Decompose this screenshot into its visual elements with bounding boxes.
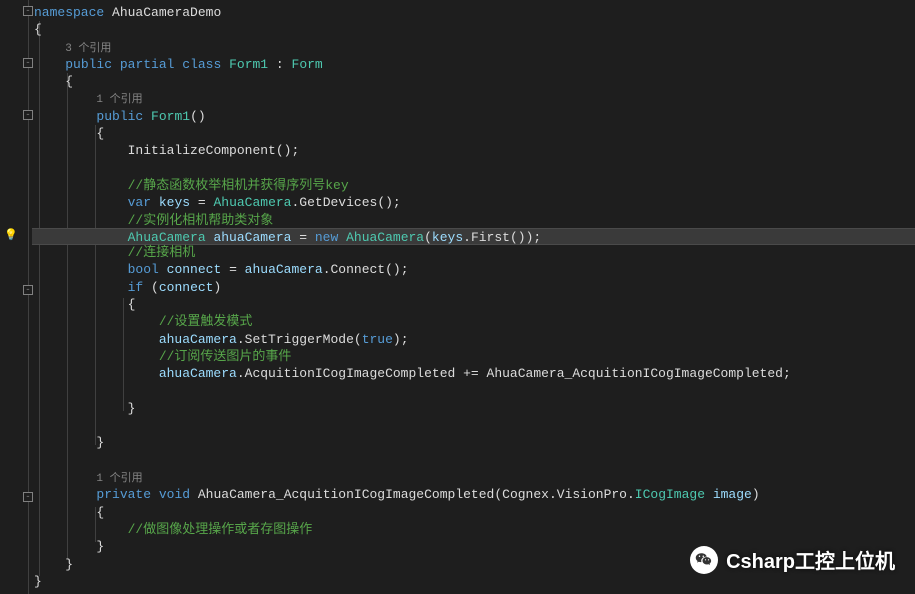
codelens[interactable]: 1 个引用	[96, 473, 142, 485]
variable: connect	[167, 262, 222, 277]
variable: ahuaCamera	[245, 262, 323, 277]
variable: ahuaCamera	[159, 332, 237, 347]
code-area[interactable]: namespace AhuaCameraDemo { 3 个引用 public …	[32, 0, 915, 594]
code-line[interactable]: bool connect = ahuaCamera.Connect();	[32, 261, 915, 278]
comment: //静态函数枚举相机并获得序列号key	[128, 178, 349, 193]
code-line[interactable]: {	[32, 504, 915, 521]
type: AhuaCamera	[213, 195, 291, 210]
comment: //订阅传送图片的事件	[159, 349, 292, 364]
code-line[interactable]: {	[32, 125, 915, 142]
code-editor[interactable]: - - - - - 💡 namespace AhuaCameraDemo { 3…	[0, 0, 915, 594]
variable: keys	[432, 230, 463, 245]
code-line[interactable]: {	[32, 296, 915, 313]
code-line[interactable]: 1 个引用	[32, 469, 915, 486]
type: Form	[292, 57, 323, 72]
code-line[interactable]	[32, 417, 915, 434]
code-line[interactable]: public Form1()	[32, 108, 915, 125]
code-line[interactable]: //连接相机	[32, 244, 915, 261]
method-call: SetTriggerMode	[245, 332, 354, 347]
code-line[interactable]: {	[32, 73, 915, 90]
variable: ahuaCamera	[213, 230, 291, 245]
code-line[interactable]: {	[32, 21, 915, 38]
keyword: true	[362, 332, 393, 347]
code-line[interactable]: //做图像处理操作或者存图操作	[32, 521, 915, 538]
code-line[interactable]	[32, 452, 915, 469]
variable: keys	[159, 195, 190, 210]
param: image	[713, 487, 752, 502]
code-line[interactable]	[32, 160, 915, 177]
method-call: InitializeComponent	[128, 143, 276, 158]
keyword: public	[96, 109, 143, 124]
keyword: var	[128, 195, 151, 210]
keyword: namespace	[34, 5, 104, 20]
code-line[interactable]: if (connect)	[32, 279, 915, 296]
wechat-icon	[690, 546, 718, 574]
code-line[interactable]: var keys = AhuaCamera.GetDevices();	[32, 194, 915, 211]
type: Form1	[229, 57, 268, 72]
type: AhuaCamera	[346, 230, 424, 245]
code-line[interactable]: //设置触发模式	[32, 313, 915, 330]
keyword: bool	[128, 262, 159, 277]
code-line[interactable]: //实例化相机帮助类对象	[32, 212, 915, 229]
code-line[interactable]: 3 个引用	[32, 39, 915, 56]
keyword: class	[182, 57, 221, 72]
comment: //实例化相机帮助类对象	[128, 213, 274, 228]
comment: //做图像处理操作或者存图操作	[128, 522, 313, 537]
code-line[interactable]: InitializeComponent();	[32, 142, 915, 159]
code-line[interactable]: private void AhuaCamera_AcquitionICogIma…	[32, 486, 915, 503]
watermark-text: Csharp工控上位机	[726, 545, 895, 574]
code-line[interactable]: }	[32, 434, 915, 451]
keyword: new	[315, 230, 338, 245]
code-line[interactable]: ahuaCamera.AcquitionICogImageCompleted +…	[32, 365, 915, 382]
keyword: if	[128, 280, 144, 295]
type: ICogImage	[635, 487, 705, 502]
handler: AhuaCamera_AcquitionICogImageCompleted	[487, 366, 783, 381]
namespace-name: AhuaCameraDemo	[112, 5, 221, 20]
comment: //连接相机	[128, 245, 196, 260]
keyword: private	[96, 487, 151, 502]
gutter: - - - - - 💡	[0, 0, 32, 594]
code-line[interactable]	[32, 383, 915, 400]
keyword: partial	[120, 57, 175, 72]
code-line-active[interactable]: AhuaCamera ahuaCamera = new AhuaCamera(k…	[32, 228, 915, 245]
keyword: void	[159, 487, 190, 502]
method-call: First	[471, 230, 510, 245]
code-line[interactable]: namespace AhuaCameraDemo	[32, 4, 915, 21]
variable: ahuaCamera	[159, 366, 237, 381]
method-call: GetDevices	[299, 195, 377, 210]
code-line[interactable]: }	[32, 400, 915, 417]
type: AhuaCamera	[128, 230, 206, 245]
comment: //设置触发模式	[159, 314, 253, 329]
ctor: Form1	[151, 109, 190, 124]
variable: connect	[159, 280, 214, 295]
code-line[interactable]: public partial class Form1 : Form	[32, 56, 915, 73]
method-call: Connect	[331, 262, 386, 277]
code-line[interactable]: ahuaCamera.SetTriggerMode(true);	[32, 331, 915, 348]
keyword: public	[65, 57, 112, 72]
codelens[interactable]: 3 个引用	[65, 43, 111, 55]
code-line[interactable]: 1 个引用	[32, 90, 915, 107]
code-line[interactable]: //订阅传送图片的事件	[32, 348, 915, 365]
lightbulb-icon[interactable]: 💡	[4, 228, 16, 240]
watermark: Csharp工控上位机	[690, 545, 895, 574]
codelens[interactable]: 1 个引用	[96, 94, 142, 106]
method: AhuaCamera_AcquitionICogImageCompleted	[198, 487, 494, 502]
code-line[interactable]: }	[32, 573, 915, 590]
event: AcquitionICogImageCompleted	[245, 366, 456, 381]
code-line[interactable]: //静态函数枚举相机并获得序列号key	[32, 177, 915, 194]
